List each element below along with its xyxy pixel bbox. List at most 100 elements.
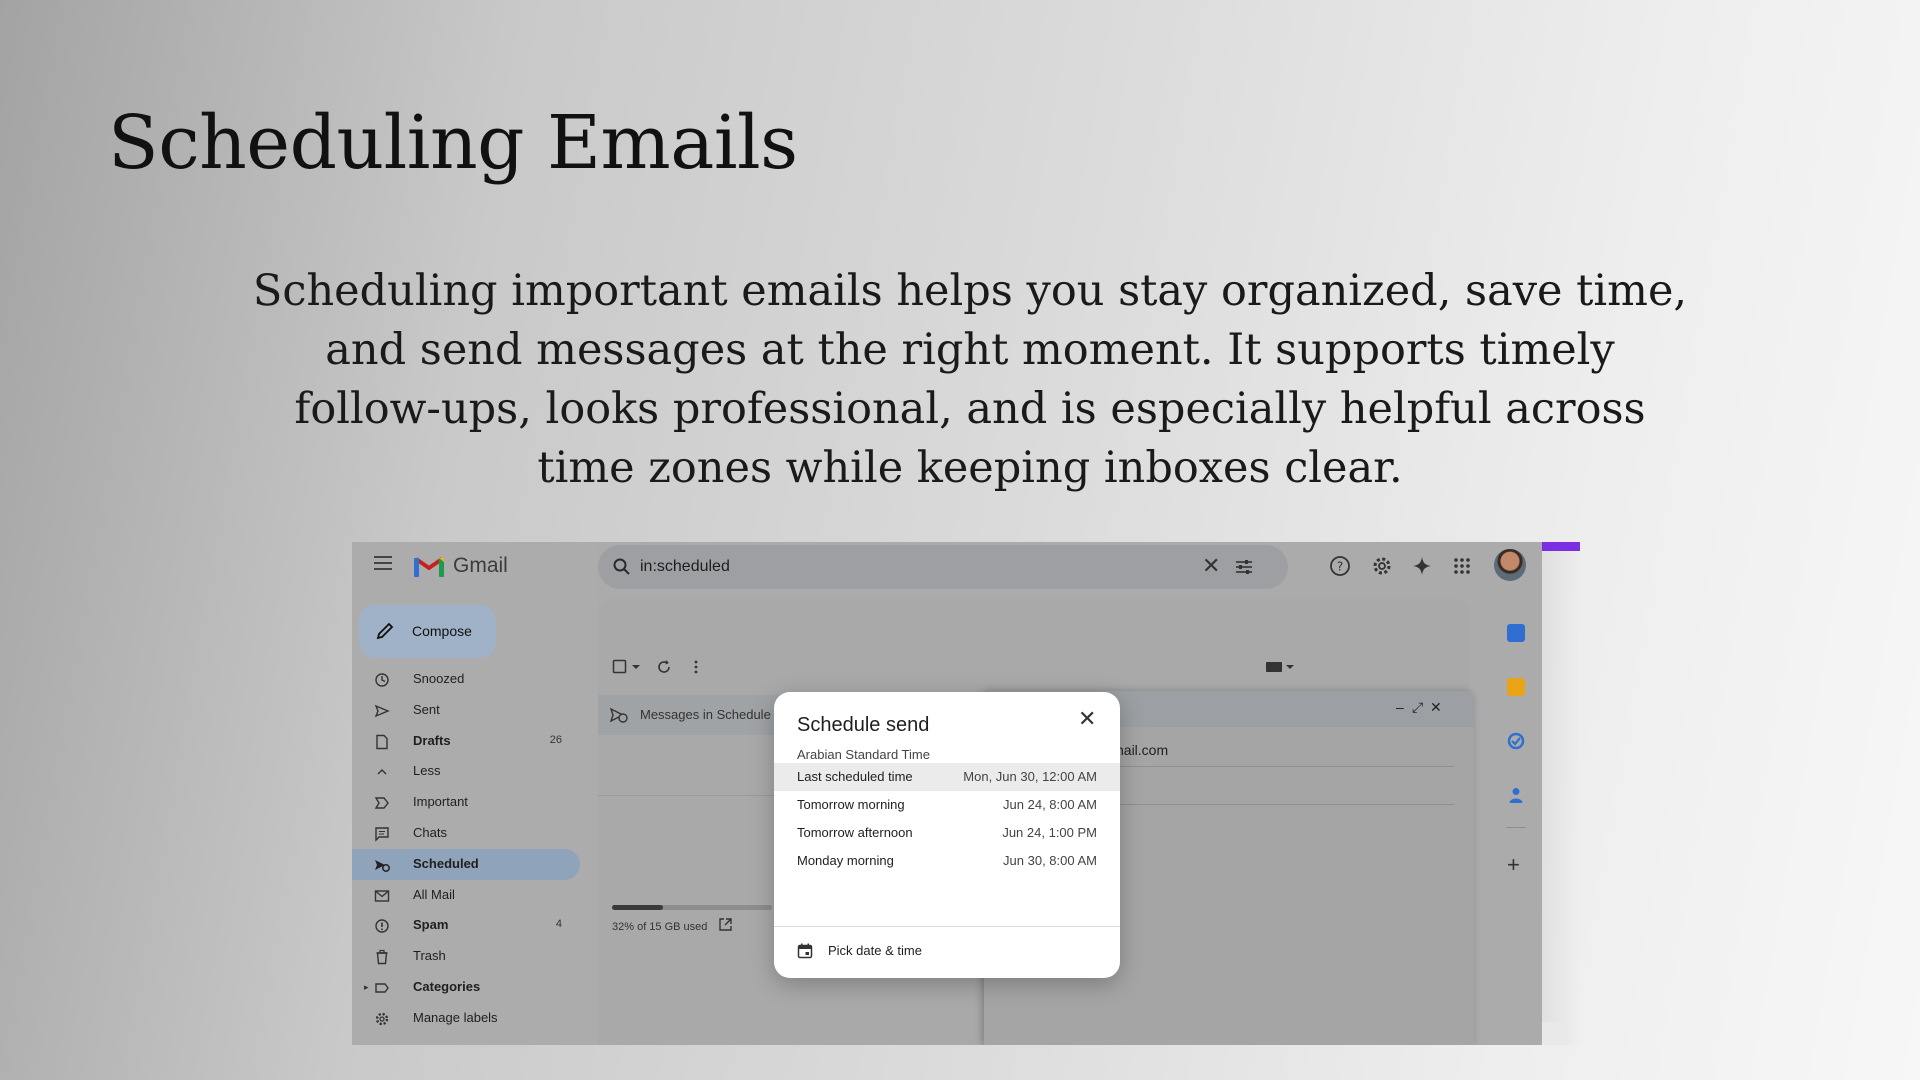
sidebar-item-sent[interactable]: Sent <box>352 695 580 726</box>
gmail-header: Gmail in:scheduled ✕ ? <box>352 542 1542 590</box>
sidebar-item-less[interactable]: Less <box>352 756 580 787</box>
help-icon[interactable]: ? <box>1328 554 1352 578</box>
sidebar-item-label: Spam <box>413 917 449 933</box>
keep-icon[interactable] <box>1507 678 1525 696</box>
more-vert-icon[interactable] <box>688 659 704 675</box>
schedule-option[interactable]: Monday morning Jun 30, 8:00 AM <box>774 847 1120 875</box>
spam-icon <box>375 919 389 934</box>
schedule-option-time: Jun 24, 8:00 AM <box>1003 797 1097 812</box>
schedule-option-time: Jun 30, 8:00 AM <box>1003 853 1097 868</box>
minimize-icon[interactable]: – <box>1396 700 1404 714</box>
label-icon <box>375 983 389 993</box>
calendar-icon[interactable] <box>1507 624 1525 642</box>
sidebar-item-categories[interactable]: ▸ Categories <box>352 972 580 1003</box>
scheduled-icon <box>375 859 390 872</box>
expand-icon[interactable]: ⤢ <box>1412 700 1423 714</box>
sidebar-item-chats[interactable]: Chats <box>352 818 580 849</box>
schedule-option-time: Mon, Jun 30, 12:00 AM <box>963 769 1097 784</box>
chevron-down-icon[interactable] <box>628 659 644 675</box>
dialog-title: Schedule send <box>797 714 930 736</box>
storage-bar-fill <box>612 905 664 910</box>
storage-bar <box>612 905 772 910</box>
schedule-option-label: Monday morning <box>797 853 894 868</box>
send-icon <box>374 704 390 718</box>
unread-count: 26 <box>549 733 562 746</box>
trash-icon <box>376 950 388 965</box>
keyboard-icon[interactable] <box>1266 661 1294 673</box>
pencil-icon <box>376 622 394 640</box>
settings-icon[interactable] <box>1370 554 1394 578</box>
scheduled-send-icon <box>610 707 628 723</box>
screenshot-shadow <box>1542 551 1582 1045</box>
sidebar-item-label: Less <box>413 763 441 779</box>
sidebar-item-snoozed[interactable]: Snoozed <box>352 664 580 695</box>
divider <box>1114 766 1454 767</box>
sidebar-item-label: Manage labels <box>413 1009 498 1025</box>
sidebar-item-label: All Mail <box>413 886 455 902</box>
sidebar-item-label: Snoozed <box>413 671 465 686</box>
gear-icon <box>375 1012 389 1025</box>
sidebar-item-label: Scheduled <box>413 855 479 871</box>
sidebar-item-label: Important <box>413 794 468 810</box>
divider <box>774 926 1120 927</box>
important-icon <box>374 797 389 809</box>
storage-text: 32% of 15 GB used <box>612 921 708 933</box>
calendar-icon[interactable] <box>797 943 813 959</box>
sidebar-item-important[interactable]: Important <box>352 787 580 818</box>
sidebar-item-label: Sent <box>413 701 440 717</box>
compose-button[interactable]: Compose <box>359 605 496 658</box>
svg-text:?: ? <box>1337 560 1343 574</box>
contacts-icon[interactable] <box>1507 786 1525 804</box>
schedule-option[interactable]: Last scheduled time Mon, Jun 30, 12:00 AM <box>774 763 1120 791</box>
sidebar-item-all-mail[interactable]: All Mail <box>352 880 580 911</box>
clock-icon <box>375 673 389 687</box>
chat-icon <box>375 827 389 842</box>
pick-date-time-button[interactable]: Pick date & time <box>828 943 922 958</box>
sidebar-item-scheduled[interactable]: Scheduled <box>352 848 580 880</box>
recipient-field[interactable]: nail.com <box>1116 742 1168 758</box>
sidebar-item-label: Categories <box>413 978 481 994</box>
schedule-send-dialog: Schedule send Arabian Standard Time ✕ La… <box>774 692 1120 978</box>
divider <box>1114 804 1454 805</box>
sparkle-icon[interactable] <box>1410 554 1434 578</box>
close-icon[interactable]: ✕ <box>1202 555 1220 577</box>
sidebar-item-label: Trash <box>413 948 446 964</box>
schedule-option[interactable]: Tomorrow morning Jun 24, 8:00 AM <box>774 791 1120 819</box>
schedule-option[interactable]: Tomorrow afternoon Jun 24, 1:00 PM <box>774 819 1120 847</box>
refresh-icon[interactable] <box>656 659 672 675</box>
close-icon[interactable]: ✕ <box>1078 708 1096 730</box>
search-bar[interactable]: in:scheduled ✕ <box>598 545 1288 589</box>
tune-icon[interactable] <box>1234 557 1254 577</box>
select-checkbox-icon[interactable] <box>612 659 628 675</box>
compose-label: Compose <box>412 623 472 639</box>
schedule-option-label: Tomorrow afternoon <box>797 825 913 840</box>
sidebar-nav: Snoozed Sent Drafts 26 Less Important Chats Sch… <box>352 664 597 1034</box>
expand-arrow-icon[interactable]: ▸ <box>364 982 369 993</box>
sidebar-item-spam[interactable]: Spam 4 <box>352 910 580 941</box>
divider <box>1506 827 1526 828</box>
dialog-timezone: Arabian Standard Time <box>797 747 930 762</box>
gmail-logo-icon <box>414 557 444 577</box>
all-mail-icon <box>374 889 390 902</box>
avatar[interactable] <box>1494 549 1526 581</box>
bottom-strip <box>1542 1022 1568 1045</box>
menu-icon[interactable] <box>374 556 392 570</box>
sidebar-item-manage-labels[interactable]: Manage labels <box>352 1003 580 1034</box>
close-icon[interactable]: ✕ <box>1430 700 1442 714</box>
apps-grid-icon[interactable] <box>1450 554 1474 578</box>
sidebar-item-drafts[interactable]: Drafts 26 <box>352 726 580 757</box>
sidebar-item-label: Chats <box>413 824 447 840</box>
open-external-icon[interactable] <box>718 917 733 932</box>
tasks-icon[interactable] <box>1507 732 1525 750</box>
search-input[interactable]: in:scheduled <box>640 558 730 576</box>
gmail-wordmark: Gmail <box>453 554 508 577</box>
add-icon[interactable]: + <box>1507 852 1520 878</box>
search-icon[interactable] <box>612 557 632 577</box>
schedule-option-time: Jun 24, 1:00 PM <box>1002 825 1097 840</box>
slide-body-text: Scheduling important emails helps you st… <box>252 266 1688 493</box>
accent-bar <box>1542 542 1580 551</box>
scheduled-banner-text: Messages in Schedule <box>640 707 771 722</box>
chevron-up-icon <box>377 769 387 775</box>
sidebar-item-trash[interactable]: Trash <box>352 941 580 972</box>
slide-title: Scheduling Emails <box>108 100 798 186</box>
